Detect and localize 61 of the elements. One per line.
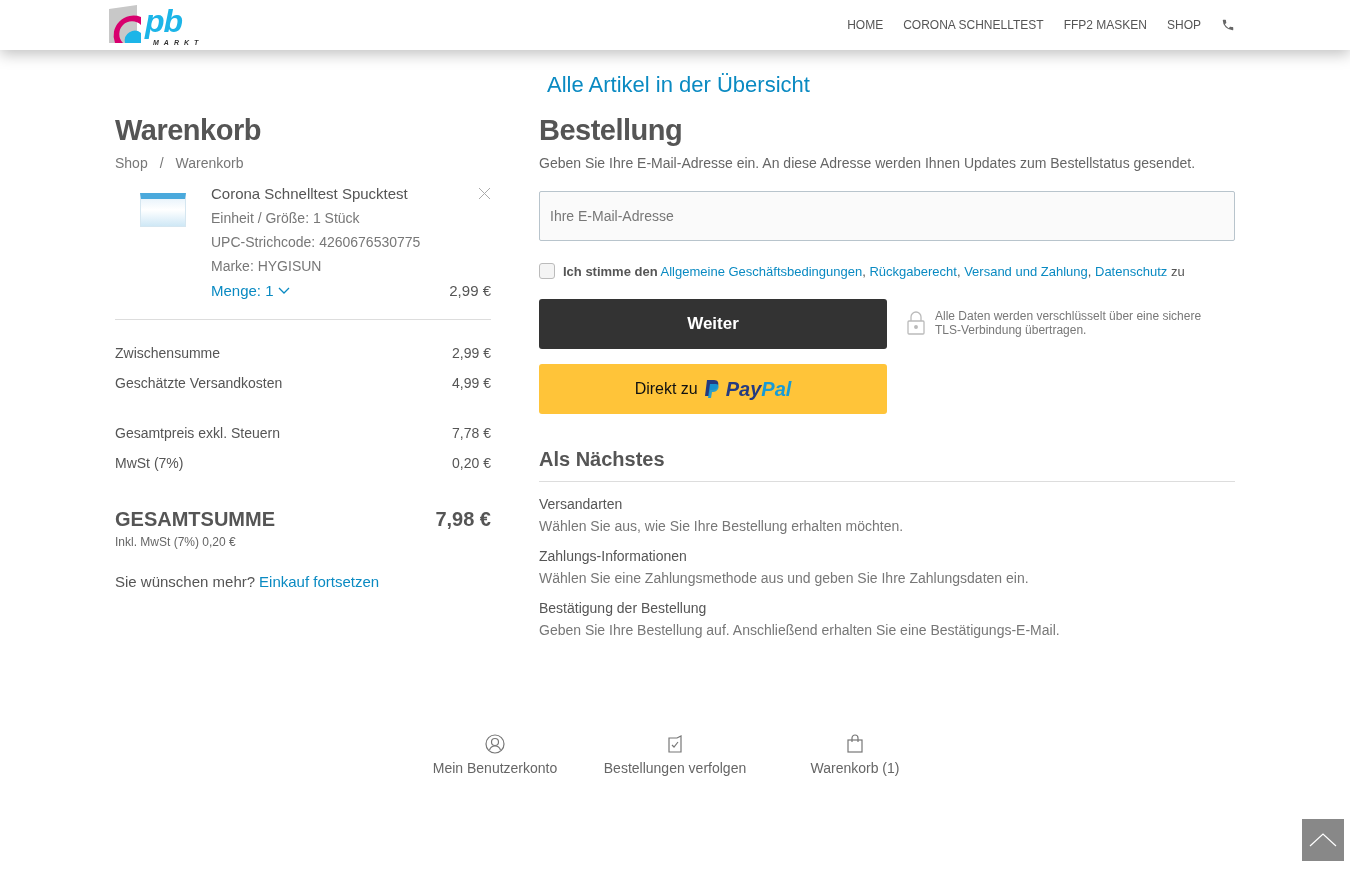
security-note: Alle Daten werden verschlüsselt über eine sichere TLS-Verbindung übertragen. [935,309,1203,337]
phone-icon[interactable] [1221,18,1235,32]
summary-label: Gesamtpreis exkl. Steuern [115,425,280,441]
overview-link[interactable]: Alle Artikel in der Übersicht [547,72,1235,104]
paypal-logo-icon [703,379,720,399]
checklist-icon [665,734,685,754]
breadcrumb-link[interactable]: Warenkorb [175,155,244,171]
summary-value: 2,99 € [452,345,491,361]
tax-note: Inkl. MwSt (7%) 0,20 € [115,535,237,549]
user-icon [485,734,505,754]
chevron-down-icon [277,286,290,295]
close-icon[interactable] [478,187,491,200]
terms-text: Ich stimme den Allgemeine Geschäftsbedingungen, Rückgaberecht, Versand und Zahlung, Datenschutz zu [563,263,1185,279]
order-intro: Geben Sie Ihre E-Mail-Adresse ein. An diese Adresse werden Ihnen Updates zum Bestellstatus gesendet. [539,155,1197,171]
product-detail: Einheit / Größe: 1 Stück [211,210,361,226]
footer-link[interactable]: Warenkorb (1) [780,734,930,776]
total-value: 7,98 € [435,508,491,531]
nav-link[interactable]: SHOP [1167,18,1201,32]
summary-value: 4,99 € [452,375,491,391]
product-name: Corona Schnelltest Spucktest [211,185,408,202]
step-description: Geben Sie Ihre Bestellung auf. Anschließend erhalten Sie eine Bestätigungs-E-Mail. [539,622,1061,638]
breadcrumb-separator: / [159,155,164,171]
email-field[interactable]: Ihre E-Mail-Adresse [539,191,1235,241]
terms-link[interactable]: Rückgaberecht [869,263,957,279]
continue-shopping-link[interactable]: Einkauf fortsetzen [259,573,380,590]
terms-link[interactable]: Versand und Zahlung [964,263,1088,279]
footer-link[interactable]: Mein Benutzerkonto [420,734,570,776]
terms-checkbox[interactable] [539,263,555,279]
product-detail: Marke: HYGISUN [211,258,323,274]
step-title: Zahlungs-Informationen [539,548,688,564]
paypal-button[interactable]: Direkt zu PayPal [539,364,887,414]
step-title: Bestätigung der Bestellung [539,600,708,616]
next-steps-title: Als Nächstes [539,448,1235,482]
product-photo [140,193,186,227]
shopping-bag-icon [845,734,865,754]
more-text: Sie wünschen mehr? [115,573,256,590]
lock-icon [907,311,925,335]
cart-title: Warenkorb [115,114,262,147]
nav-link[interactable]: CORONA SCHNELLTEST [903,18,1044,32]
step-title: Versandarten [539,496,624,512]
product-detail: UPC-Strichcode: 4260676530775 [211,234,422,250]
logo-text: pb [145,3,184,38]
nav-link[interactable]: FFP2 MASKEN [1063,18,1147,32]
terms-link[interactable]: Datenschutz [1095,263,1168,279]
order-title: Bestellung [539,114,684,147]
breadcrumb-link[interactable]: Shop [115,155,148,171]
summary-value: 7,78 € [452,425,491,441]
footer-link[interactable]: Bestellungen verfolgen [600,734,750,776]
quantity-dropdown[interactable]: Menge: 1 [211,282,290,299]
step-description: Wählen Sie aus, wie Sie Ihre Bestellung erhalten möchten. [539,518,905,534]
summary-value: 0,20 € [452,455,491,471]
total-label: GESAMTSUMME [115,508,275,531]
chevron-up-icon [1309,833,1337,847]
product-price: 2,99 € [449,282,491,299]
step-description: Wählen Sie eine Zahlungsmethode aus und geben Sie Ihre Zahlungsdaten ein. [539,570,1030,586]
summary-label: MwSt (7%) [115,455,184,471]
summary-label: Zwischensumme [115,345,221,361]
summary-label: Geschätzte Versandkosten [115,375,283,391]
scroll-top-button[interactable] [1302,819,1344,861]
nav-link[interactable]: HOME [847,18,884,32]
continue-button[interactable]: Weiter [539,299,887,349]
